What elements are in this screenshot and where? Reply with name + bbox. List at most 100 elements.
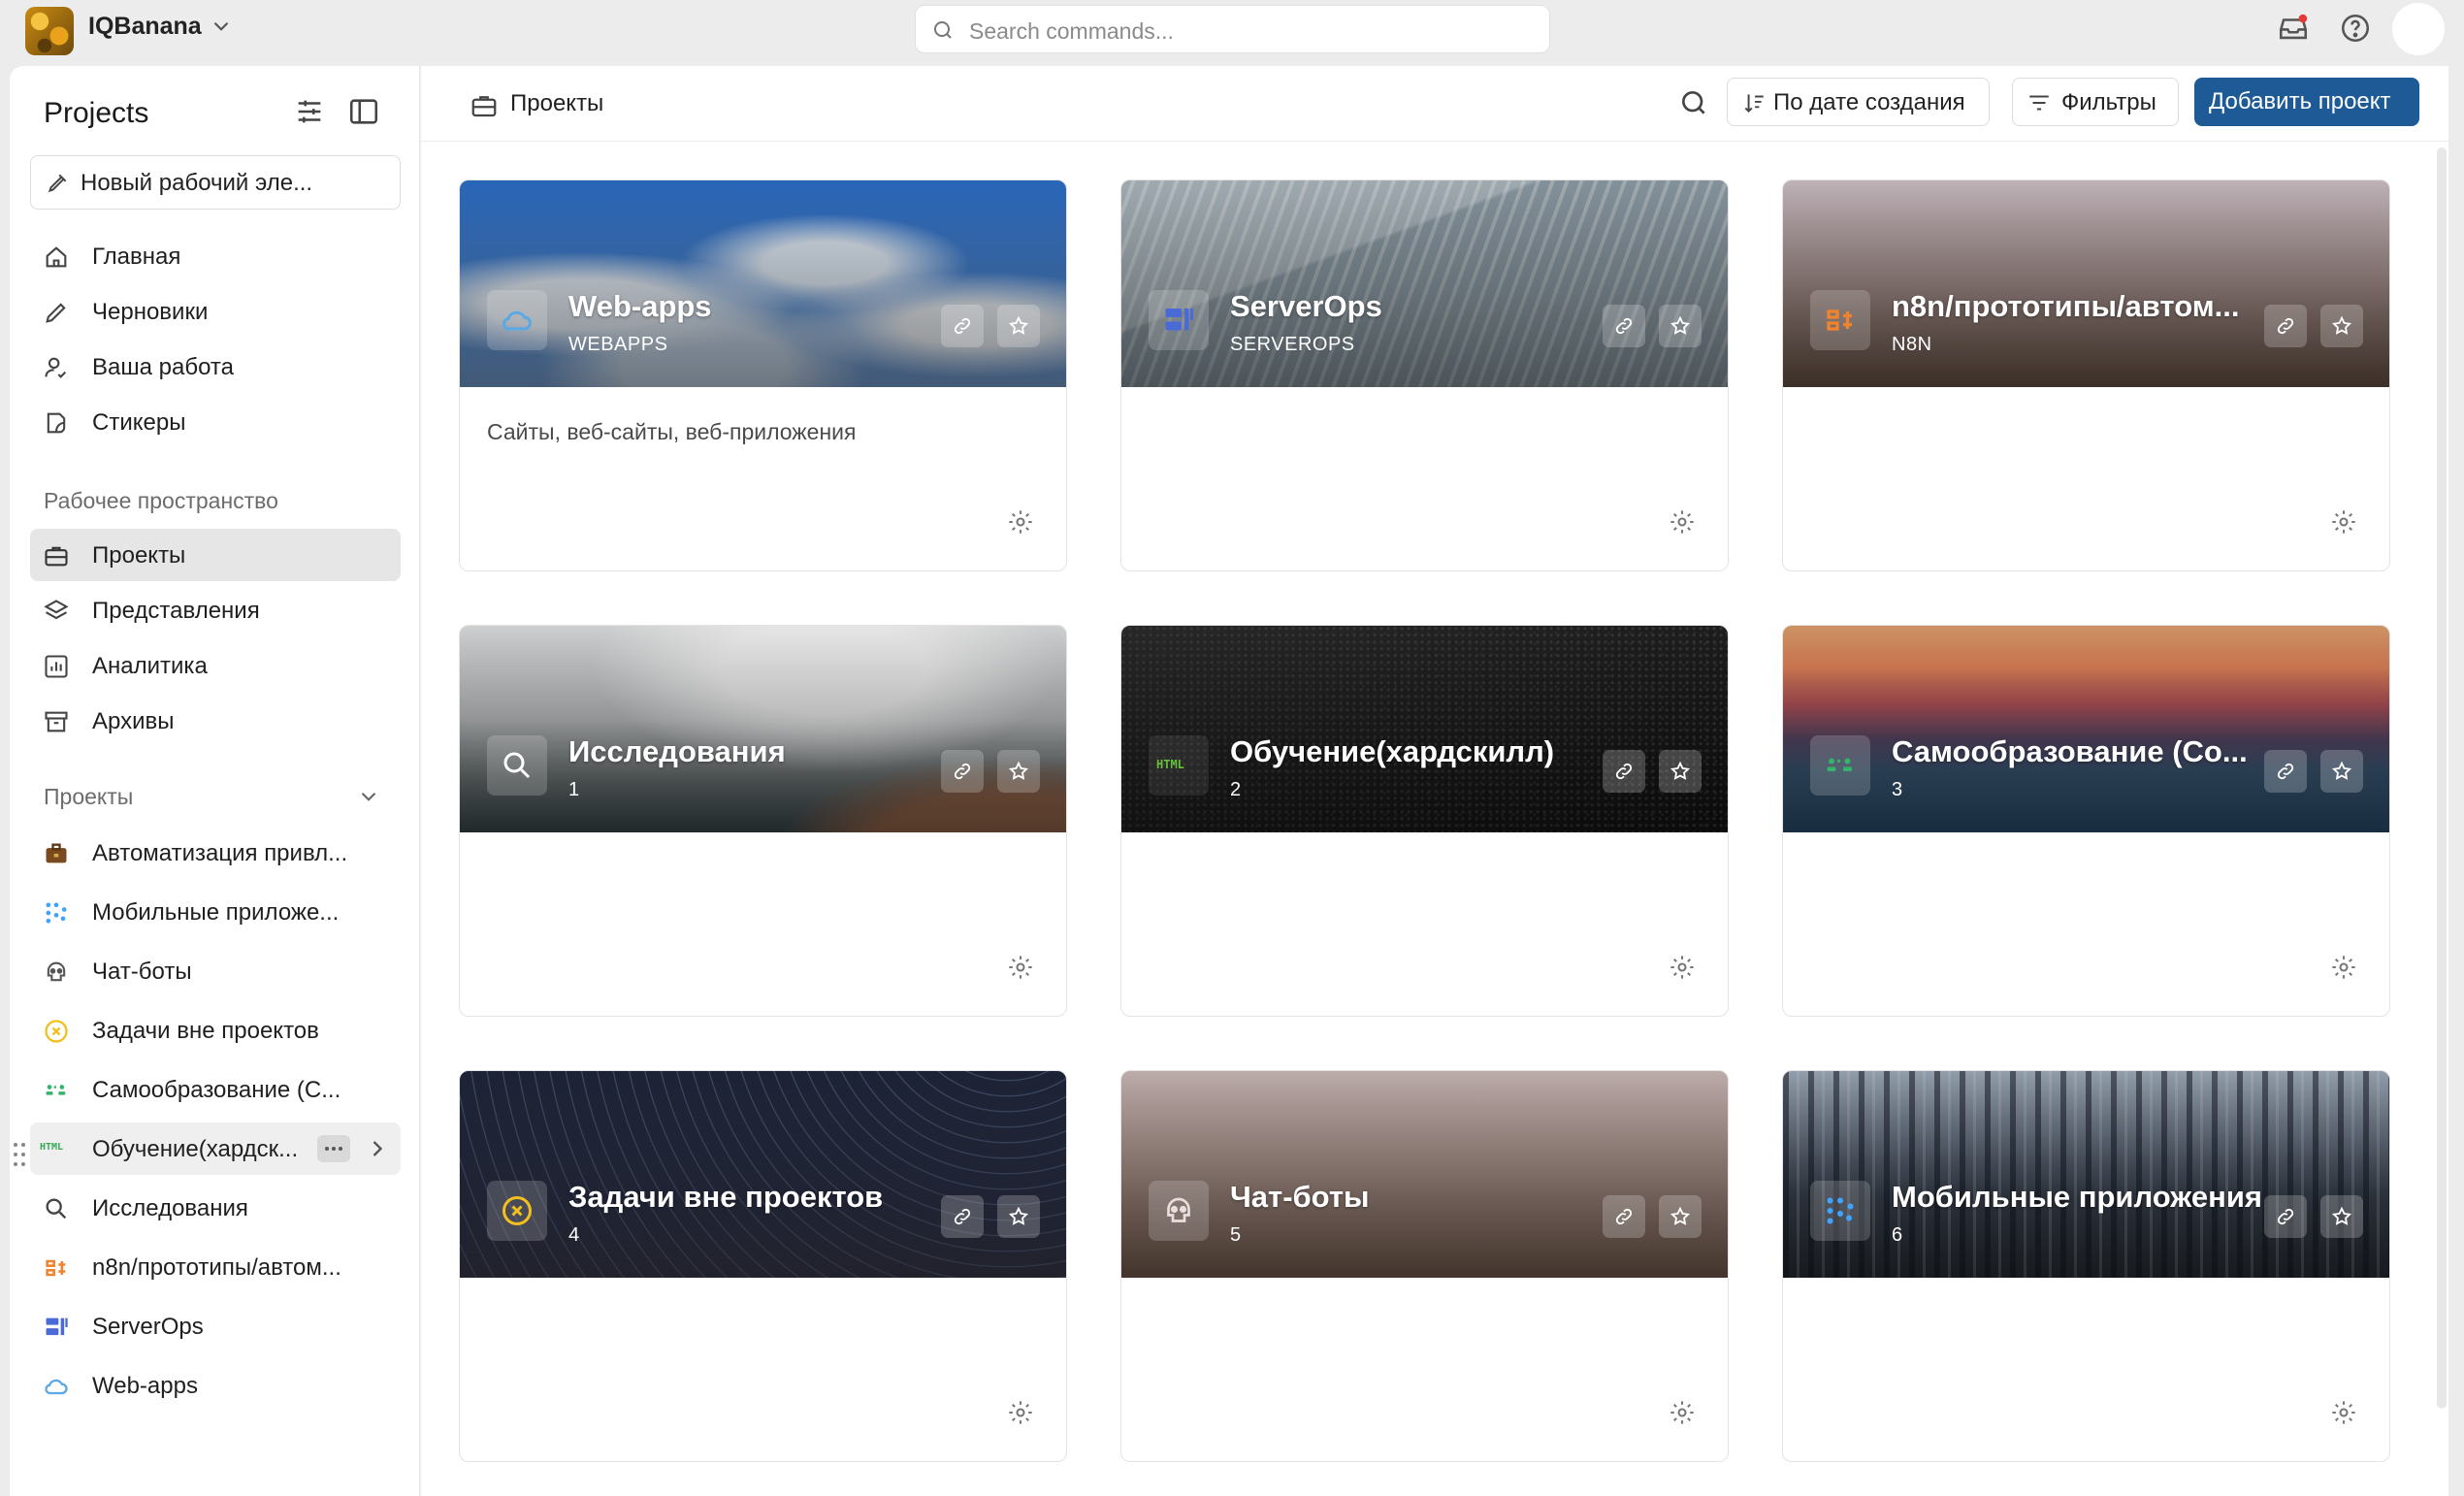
- favorite-button[interactable]: [2320, 305, 2363, 347]
- gear-icon[interactable]: [2330, 1399, 2357, 1426]
- favorite-button[interactable]: [1659, 750, 1702, 793]
- favorite-button[interactable]: [1659, 305, 1702, 347]
- new-item-label: Новый рабочий эле...: [81, 170, 313, 196]
- project-name[interactable]: Исследования: [568, 734, 786, 769]
- project-card[interactable]: n8n/прототипы/автом... N8N: [1782, 179, 2390, 571]
- project-card[interactable]: Самообразование (Со... 3: [1782, 625, 2390, 1017]
- project-name[interactable]: ServerOps: [1230, 289, 1382, 324]
- scrollbar[interactable]: [2437, 147, 2447, 1409]
- project-card[interactable]: Задачи вне проектов 4: [459, 1070, 1067, 1462]
- sidebar-project-webapps[interactable]: Web-apps: [30, 1359, 401, 1412]
- workspace-logo[interactable]: [25, 7, 74, 55]
- project-name[interactable]: Мобильные приложения: [1892, 1180, 2262, 1215]
- favorite-button[interactable]: [997, 1195, 1040, 1238]
- gear-icon[interactable]: [2330, 508, 2357, 536]
- project-card[interactable]: Web-apps WEBAPPS Сайты, веб-сайты, веб-п…: [459, 179, 1067, 571]
- project-logo: [1810, 290, 1870, 350]
- sidebar-project-research[interactable]: Исследования: [30, 1182, 401, 1234]
- html-icon: HTML: [1156, 758, 1184, 771]
- project-card[interactable]: Чат-боты 5: [1120, 1070, 1729, 1462]
- add-project-button[interactable]: Добавить проект: [2194, 78, 2419, 126]
- copy-link-button[interactable]: [941, 750, 984, 793]
- workspace-name[interactable]: IQBanana: [88, 13, 202, 41]
- chevron-down-icon[interactable]: [356, 784, 381, 809]
- project-logo: [487, 735, 547, 796]
- project-name[interactable]: Web-apps: [568, 289, 712, 324]
- briefcase-icon: [45, 546, 68, 567]
- help-icon[interactable]: [2339, 12, 2372, 45]
- copy-link-button[interactable]: [941, 1195, 984, 1238]
- project-name[interactable]: Самообразование (Со...: [1892, 734, 2248, 769]
- gear-icon[interactable]: [1007, 508, 1034, 536]
- project-logo: [1149, 290, 1209, 350]
- nav-projects[interactable]: Проекты: [30, 529, 401, 581]
- favorite-button[interactable]: [1659, 1195, 1702, 1238]
- project-label: Задачи вне проектов: [92, 1018, 319, 1044]
- nav-analytics[interactable]: Аналитика: [30, 639, 401, 692]
- gear-icon[interactable]: [1669, 1399, 1696, 1426]
- new-work-item-button[interactable]: Новый рабочий эле...: [30, 155, 401, 210]
- briefcase-icon: [471, 96, 497, 117]
- gear-icon[interactable]: [1007, 954, 1034, 981]
- project-name[interactable]: n8n/прототипы/автом...: [1892, 289, 2240, 324]
- copy-link-button[interactable]: [2264, 1195, 2307, 1238]
- sidebar-project-n8n[interactable]: n8n/прототипы/автом...: [30, 1241, 401, 1293]
- sidebar-project-chatbots[interactable]: Чат-боты: [30, 945, 401, 997]
- sliders-icon[interactable]: [293, 95, 326, 128]
- chevron-right-icon[interactable]: [364, 1135, 391, 1162]
- command-search-input[interactable]: Search commands...: [915, 5, 1550, 53]
- project-card[interactable]: Исследования 1: [459, 625, 1067, 1017]
- nav-archives[interactable]: Архивы: [30, 695, 401, 747]
- copy-link-button[interactable]: [1603, 305, 1645, 347]
- nav-stickers[interactable]: Стикеры: [30, 396, 401, 448]
- copy-link-button[interactable]: [1603, 1195, 1645, 1238]
- copy-link-button[interactable]: [1603, 750, 1645, 793]
- gear-icon[interactable]: [1669, 508, 1696, 536]
- sidebar-project-mobile[interactable]: Мобильные приложе...: [30, 886, 401, 938]
- nav-drafts[interactable]: Черновики: [30, 285, 401, 338]
- nav-views[interactable]: Представления: [30, 584, 401, 636]
- project-card[interactable]: ServerOps SERVEROPS: [1120, 179, 1729, 571]
- drag-handle-icon[interactable]: [12, 1141, 27, 1168]
- copy-link-button[interactable]: [2264, 750, 2307, 793]
- project-card[interactable]: HTML Обучение(хардскилл) 2: [1120, 625, 1729, 1017]
- favorite-button[interactable]: [997, 750, 1040, 793]
- project-identifier: 6: [1892, 1224, 1903, 1246]
- gear-icon[interactable]: [1669, 954, 1696, 981]
- favorite-button[interactable]: [2320, 750, 2363, 793]
- gear-icon[interactable]: [2330, 954, 2357, 981]
- sidebar-project-self-education[interactable]: Самообразование (С...: [30, 1063, 401, 1116]
- more-options-button[interactable]: [317, 1135, 350, 1162]
- x-circle-icon: [45, 1020, 68, 1043]
- copy-link-button[interactable]: [2264, 305, 2307, 347]
- project-card[interactable]: Мобильные приложения 6: [1782, 1070, 2390, 1462]
- add-project-label: Добавить проект: [2209, 88, 2391, 114]
- inbox-icon[interactable]: [2277, 12, 2310, 45]
- sidebar-project-tasks[interactable]: Задачи вне проектов: [30, 1004, 401, 1057]
- avatar[interactable]: [2392, 3, 2445, 55]
- chevron-down-icon[interactable]: [209, 14, 234, 39]
- favorite-button[interactable]: [997, 305, 1040, 347]
- project-name[interactable]: Обучение(хардскилл): [1230, 734, 1554, 769]
- project-name[interactable]: Задачи вне проектов: [568, 1180, 883, 1215]
- link-icon: [2277, 1208, 2294, 1225]
- search-icon: [503, 752, 531, 779]
- star-icon: [1670, 315, 1691, 335]
- gear-icon[interactable]: [1007, 1399, 1034, 1426]
- card-cover: [1783, 1071, 2389, 1278]
- sort-button[interactable]: По дате создания: [1727, 78, 1990, 126]
- nav-your-work[interactable]: Ваша работа: [30, 341, 401, 393]
- copy-link-button[interactable]: [941, 305, 984, 347]
- sidebar-toggle-icon[interactable]: [347, 95, 380, 128]
- star-icon: [2331, 761, 2352, 780]
- filters-button[interactable]: Фильтры: [2012, 78, 2179, 126]
- sidebar-project-hardskills[interactable]: HTML Обучение(хардск...: [30, 1122, 401, 1175]
- nav-label: Стикеры: [92, 409, 186, 436]
- search-icon[interactable]: [1678, 87, 1709, 118]
- nav-home[interactable]: Главная: [30, 230, 401, 282]
- favorite-button[interactable]: [2320, 1195, 2363, 1238]
- sidebar-project-serverops[interactable]: ServerOps: [30, 1300, 401, 1352]
- page-title: Проекты: [510, 90, 604, 116]
- project-name[interactable]: Чат-боты: [1230, 1180, 1370, 1215]
- sidebar-project-automation[interactable]: Автоматизация привл...: [30, 827, 401, 879]
